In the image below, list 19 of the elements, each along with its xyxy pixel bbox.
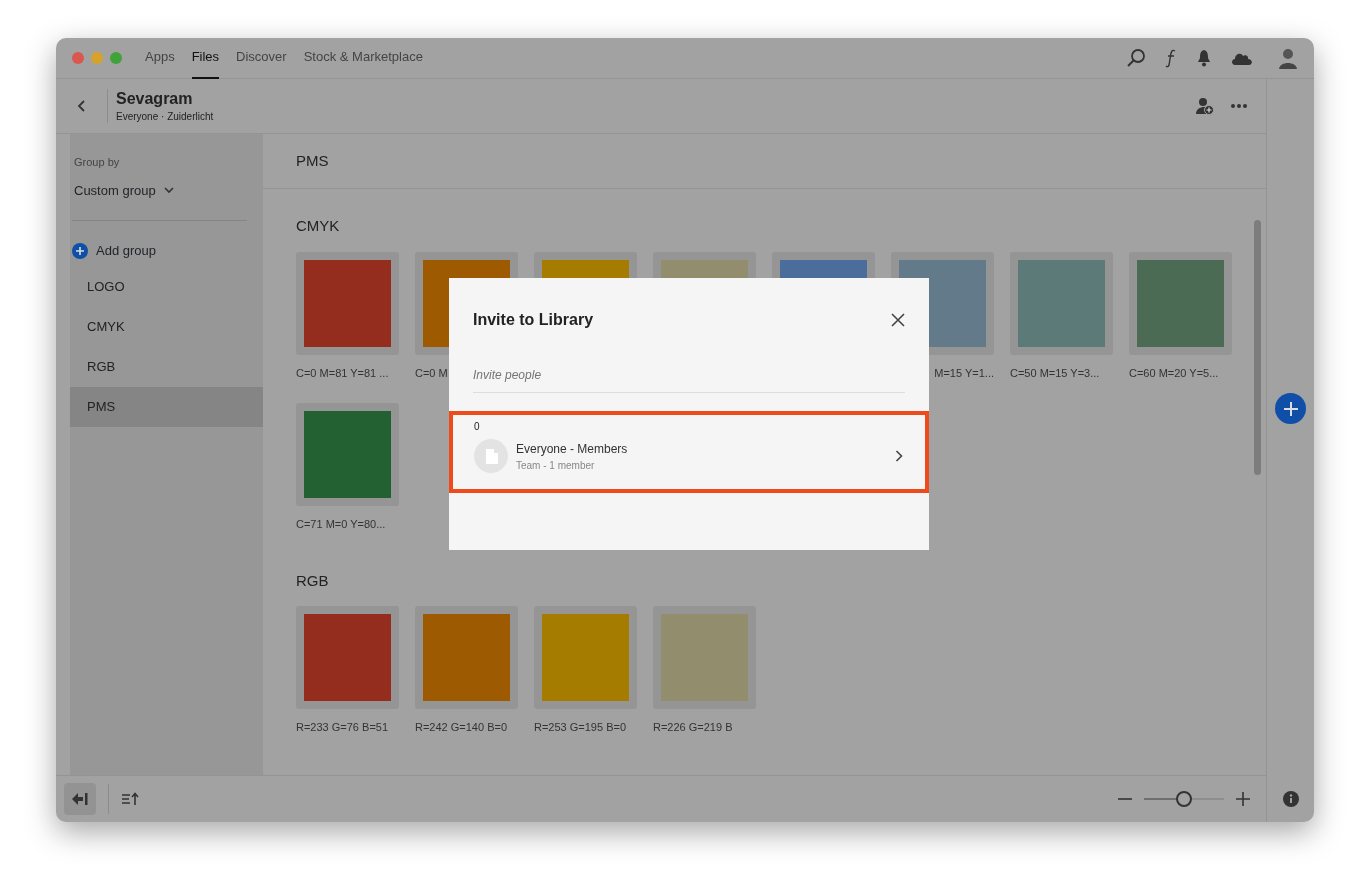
swatch-label: C=0 M (415, 366, 448, 379)
swatch-label: C=0 M=81 Y=81 ... (296, 366, 389, 379)
library-title: Sevagram (116, 88, 194, 109)
library-subtitle: Everyone · Zuiderlicht (116, 109, 214, 124)
swatch-label: C=60 M=20 Y=5... (1129, 366, 1219, 379)
swatch-label: C=50 M=15 Y=3... (1010, 366, 1100, 379)
dialog-title: Invite to Library (473, 310, 594, 330)
swatch-label: R=226 G=219 B (653, 721, 733, 733)
swatch-label: R=242 G=140 B=0 (415, 721, 508, 733)
swatch-label: M=15 Y=1... (934, 366, 994, 379)
group-heading: CMYK (296, 216, 341, 236)
swatch-label: C=71 M=0 Y=80... (296, 517, 386, 530)
result-count: 0 (474, 421, 481, 433)
group-heading: RGB (296, 570, 330, 591)
member-group-detail: Team - 1 member (516, 458, 596, 473)
swatch-label: R=233 G=76 B=51 (296, 721, 389, 733)
group-by-label: Group by (74, 155, 121, 170)
section-title: PMS (263, 134, 1266, 189)
swatch-label: R=253 G=195 B=0 (534, 721, 627, 733)
